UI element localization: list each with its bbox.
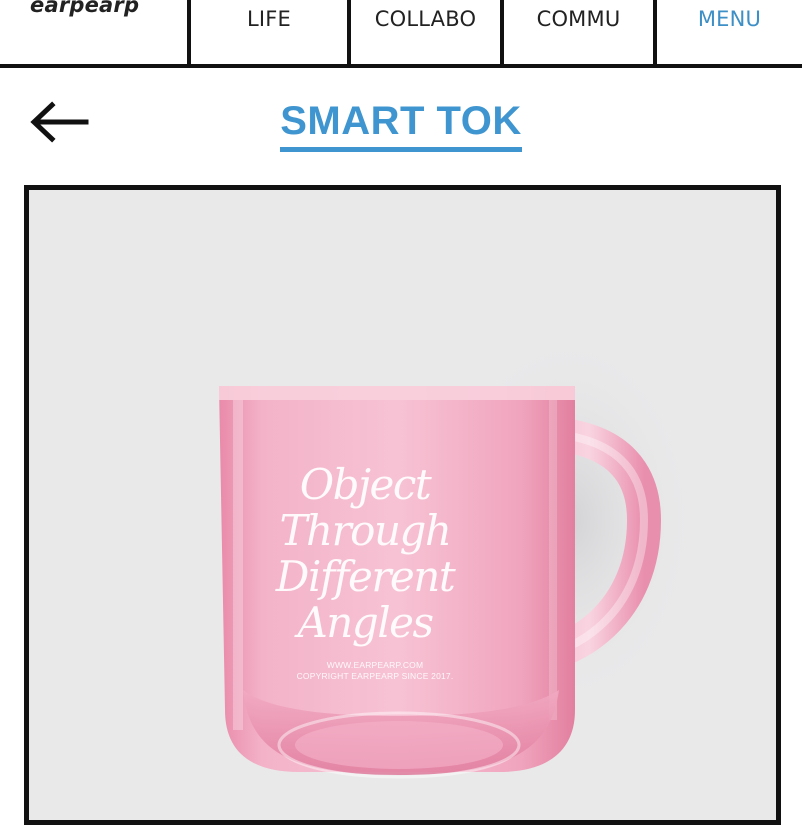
nav-item-label: COLLABO — [374, 7, 477, 31]
mug-text-line: Different — [275, 552, 456, 601]
logo-cell[interactable]: earpearp — [0, 0, 187, 64]
mug-url: WWW.EARPEARP.COM — [326, 660, 424, 670]
brand-logo[interactable]: earpearp — [30, 0, 139, 17]
nav-item-label: LIFE — [246, 7, 292, 31]
product-image-frame[interactable]: Object Through Different Angles WWW.EARP… — [24, 185, 781, 825]
page-title: SMART TOK — [0, 97, 802, 152]
mug-text-line: Through — [279, 506, 452, 555]
mug-fine-print: WWW.EARPEARP.COM COPYRIGHT EARPEARP SINC… — [255, 660, 495, 682]
nav-item-label: MENU — [697, 7, 762, 31]
page-title-text: SMART TOK — [280, 97, 522, 152]
nav-item-collabo[interactable]: COLLABO — [347, 0, 500, 64]
nav-item-life[interactable]: LIFE — [187, 0, 347, 64]
mug-copyright: COPYRIGHT EARPEARP SINCE 2017. — [296, 671, 454, 681]
nav-item-menu[interactable]: MENU — [653, 0, 802, 64]
nav-item-label: COMMU — [536, 7, 621, 31]
mug-print-text: Object Through Different Angles — [265, 462, 465, 646]
top-navigation: earpearp LIFE COLLABO COMMU MENU — [0, 0, 802, 68]
mug-text-line: Object — [299, 460, 432, 509]
nav-item-commu[interactable]: COMMU — [500, 0, 653, 64]
mug-text-line: Angles — [297, 598, 434, 647]
